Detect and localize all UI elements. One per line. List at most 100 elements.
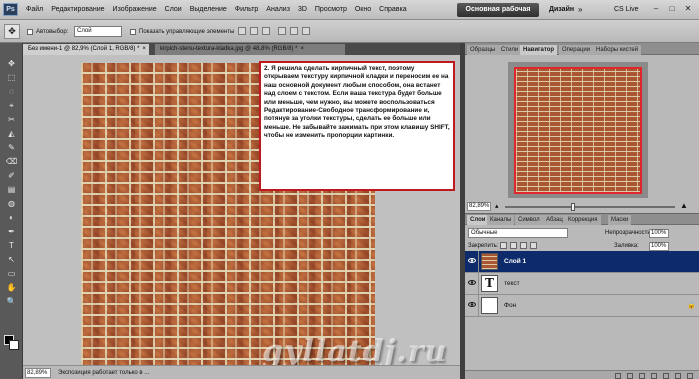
tab-layers[interactable]: Слои	[467, 215, 489, 225]
show-controls-checkbox[interactable]	[130, 29, 136, 35]
visibility-toggle[interactable]	[465, 251, 479, 273]
menu-image[interactable]: Изображение	[109, 0, 161, 20]
close-tab-icon[interactable]: ×	[300, 46, 304, 52]
tab-swatches[interactable]: Образцы	[467, 45, 499, 55]
eyedropper-tool[interactable]: ◭	[4, 127, 19, 140]
navigator-zoom-field[interactable]: 82,89%	[467, 202, 491, 211]
align-bottom-icon[interactable]	[262, 27, 270, 35]
cs-live-button[interactable]: CS Live	[614, 0, 639, 20]
fill-field[interactable]: 100%	[649, 242, 669, 251]
shape-tool[interactable]: ▭	[4, 267, 19, 280]
layer-name[interactable]: Фон	[504, 295, 516, 317]
lasso-tool[interactable]: ◌	[4, 85, 19, 98]
navigator-preview	[508, 62, 648, 198]
new-layer-icon[interactable]	[675, 373, 681, 379]
zoom-tool[interactable]: 🔍	[4, 295, 19, 308]
zoom-out-icon[interactable]: ▴	[495, 203, 499, 210]
autoselect-target-select[interactable]: Слой	[74, 26, 122, 37]
menu-analysis[interactable]: Анализ	[262, 0, 294, 20]
workspace-more-icon[interactable]: »	[578, 3, 582, 17]
move-tool[interactable]: ✥	[4, 57, 19, 70]
menu-window[interactable]: Окно	[351, 0, 375, 20]
lock-pixels-icon[interactable]	[510, 242, 517, 249]
lock-position-icon[interactable]	[520, 242, 527, 249]
tab-actions[interactable]: Операции	[559, 45, 594, 55]
tab-untitled-document[interactable]: Без имени-1 @ 82,9% (Слой 1, RGB/8) * ×	[23, 44, 149, 55]
navigator-panel: Образцы Стили Навигатор Операции Наборы …	[465, 43, 699, 213]
zoom-in-icon[interactable]: ▲	[680, 202, 688, 210]
layer-row[interactable]: Слой 1	[465, 251, 699, 273]
align-top-icon[interactable]	[238, 27, 246, 35]
menu-file[interactable]: Файл	[22, 0, 47, 20]
minimize-icon[interactable]: –	[650, 3, 662, 15]
autoselect-checkbox[interactable]	[27, 29, 33, 35]
pen-tool[interactable]: ✒	[4, 225, 19, 238]
status-info-text[interactable]: Экспозиция работает только в ...	[58, 368, 149, 378]
close-icon[interactable]: ✕	[682, 3, 694, 15]
crop-tool[interactable]: ✂	[4, 113, 19, 126]
align-center-icon[interactable]	[290, 27, 298, 35]
navigator-panel-tabs: Образцы Стили Навигатор Операции Наборы …	[465, 43, 699, 55]
tab-paragraph[interactable]: Абзац	[543, 215, 566, 225]
tab-channels[interactable]: Каналы	[487, 215, 515, 225]
visibility-toggle[interactable]	[465, 273, 479, 295]
marquee-tool[interactable]: ⬚	[4, 71, 19, 84]
tab-character[interactable]: Символ	[515, 215, 543, 225]
quick-select-tool[interactable]: ⌖	[4, 99, 19, 112]
layer-name[interactable]: текст	[504, 273, 520, 295]
tab-styles[interactable]: Стили	[498, 45, 522, 55]
layer-row[interactable]: Фон 🔒	[465, 295, 699, 317]
hand-tool[interactable]: ✋	[4, 281, 19, 294]
path-select-tool[interactable]: ↖	[4, 253, 19, 266]
blend-mode-select[interactable]: Обычные	[468, 228, 568, 238]
layer-name[interactable]: Слой 1	[504, 251, 526, 273]
maximize-icon[interactable]: □	[666, 3, 678, 15]
menu-help[interactable]: Справка	[375, 0, 410, 20]
opacity-field[interactable]: 100%	[649, 229, 669, 238]
move-tool-icon[interactable]: ✥	[4, 24, 20, 39]
type-tool[interactable]: T	[4, 239, 19, 252]
trash-icon[interactable]	[687, 373, 693, 379]
visibility-toggle[interactable]	[465, 295, 479, 317]
tab-adjustments[interactable]: Коррекция	[565, 215, 601, 225]
menu-layers[interactable]: Слои	[161, 0, 186, 20]
lock-transparency-icon[interactable]	[500, 242, 507, 249]
tab-masks[interactable]: Маски	[608, 215, 632, 225]
tab-brick-texture-document[interactable]: kirpich-stenu-textura-kladka.jpg @ 48,8%…	[155, 44, 345, 55]
tools-panel: ✥ ⬚ ◌ ⌖ ✂ ◭ ✎ ⌫ ✐ ▤ ◍ ◐ ✒ T ↖ ▭ ✋ 🔍	[0, 43, 23, 379]
zoom-level-field[interactable]: 82,89%	[25, 368, 51, 378]
eraser-tool[interactable]: ⌫	[4, 155, 19, 168]
workspace-essentials-button[interactable]: Основная рабочая среда	[457, 3, 539, 27]
close-tab-icon[interactable]: ×	[142, 46, 146, 52]
navigator-view-box[interactable]	[514, 67, 642, 194]
layer-row[interactable]: T текст	[465, 273, 699, 295]
workspace-design-button[interactable]: Дизайн	[549, 0, 574, 20]
new-group-icon[interactable]	[663, 373, 669, 379]
tab-label: kirpich-stenu-textura-kladka.jpg @ 48,8%…	[160, 46, 298, 52]
menu-filter[interactable]: Фильтр	[231, 0, 263, 20]
menu-select[interactable]: Выделение	[186, 0, 231, 20]
healing-brush-tool[interactable]: ✎	[4, 141, 19, 154]
blur-tool[interactable]: ◍	[4, 197, 19, 210]
gradient-tool[interactable]: ▤	[4, 183, 19, 196]
background-color-swatch[interactable]	[9, 340, 19, 350]
menu-bar: Ps Файл Редактирование Изображение Слои …	[0, 0, 699, 27]
menu-view[interactable]: Просмотр	[311, 0, 351, 20]
menu-3d[interactable]: 3D	[294, 0, 311, 20]
align-middle-icon[interactable]	[250, 27, 258, 35]
layer-style-icon[interactable]	[627, 373, 633, 379]
adjustment-layer-icon[interactable]	[651, 373, 657, 379]
menu-edit[interactable]: Редактирование	[47, 0, 108, 20]
link-layers-icon[interactable]	[615, 373, 621, 379]
align-left-icon[interactable]	[278, 27, 286, 35]
tab-brush-presets[interactable]: Наборы кистей	[593, 45, 642, 55]
brush-tool[interactable]: ✐	[4, 169, 19, 182]
zoom-slider-handle[interactable]	[571, 203, 575, 211]
lock-all-icon[interactable]	[530, 242, 537, 249]
layer-mask-icon[interactable]	[639, 373, 645, 379]
layer-thumbnail	[481, 297, 498, 314]
navigator-zoom-slider[interactable]	[505, 203, 675, 211]
dodge-tool[interactable]: ◐	[4, 211, 19, 224]
tab-navigator[interactable]: Навигатор	[520, 45, 558, 55]
align-right-icon[interactable]	[302, 27, 310, 35]
